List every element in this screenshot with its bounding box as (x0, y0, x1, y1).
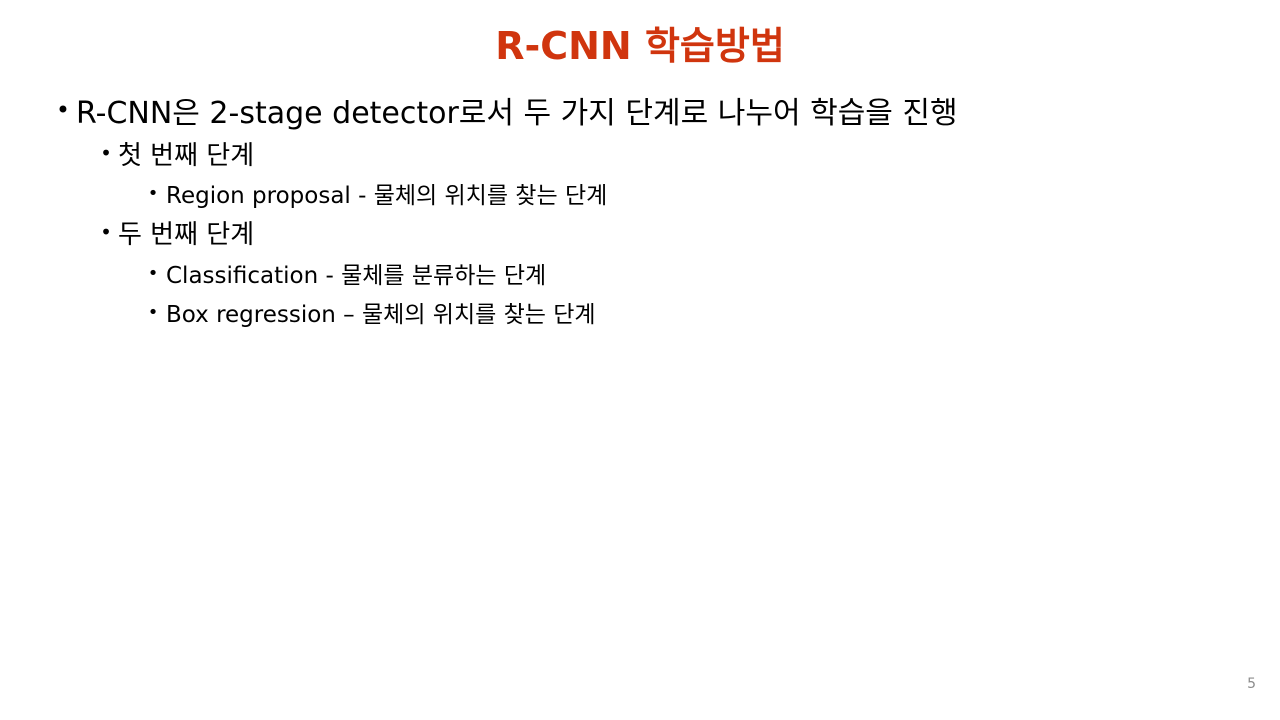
bullet-second-stage-detail-1-text: Classification - 물체를 분류하는 단계 (166, 263, 547, 289)
page-number: 5 (1247, 676, 1256, 692)
bullet-first-stage-detail-text: Region proposal - 물체의 위치를 찾는 단계 (166, 183, 608, 209)
bullet-first-stage-text: 첫 번째 단계 (118, 140, 255, 171)
bullet-dot: • (147, 301, 159, 323)
bullet-first-stage: • 첫 번째 단계 (94, 133, 254, 173)
bullet-dot: • (55, 96, 71, 124)
bullet-second-stage-detail-1: • Classification - 물체를 분류하는 단계 (140, 255, 546, 291)
bullet-second-stage: • 두 번째 단계 (94, 212, 254, 252)
bullet-dot: • (147, 262, 159, 284)
bullet-dot: • (147, 182, 159, 204)
bullet-first-stage-detail: • Region proposal - 물체의 위치를 찾는 단계 (140, 175, 608, 211)
slide: R-CNN 학습방법 • R-CNN은 2-stage detector로서 두… (0, 0, 1280, 720)
bullet-second-stage-detail-2: • Box regression – 물체의 위치를 찾는 단계 (140, 294, 596, 330)
slide-title: R-CNN 학습방법 (495, 24, 785, 68)
bullet-dot: • (100, 220, 112, 244)
bullet-second-stage-text: 두 번째 단계 (118, 219, 255, 250)
bullet-dot: • (100, 141, 112, 165)
bullet-main-text: R-CNN은 2-stage detector로서 두 가지 단계로 나누어 학… (76, 96, 958, 131)
bullet-main: • R-CNN은 2-stage detector로서 두 가지 단계로 나누어… (50, 88, 958, 132)
bullet-second-stage-detail-2-text: Box regression – 물체의 위치를 찾는 단계 (166, 302, 596, 328)
